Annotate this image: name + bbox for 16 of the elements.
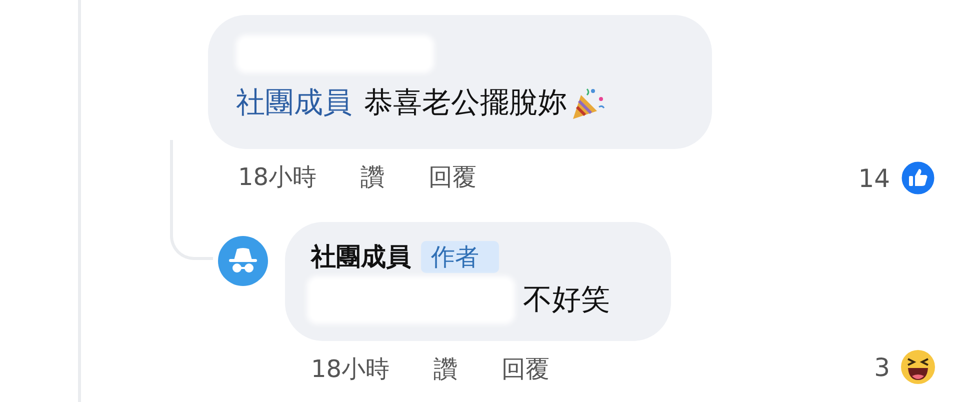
comment-text: 恭喜老公擺脫妳 — [364, 84, 567, 121]
like-link[interactable]: 讚 — [360, 161, 385, 193]
reaction-count: 3 — [874, 352, 890, 382]
comment-text: 不好笑 — [523, 281, 610, 318]
reply-link[interactable]: 回覆 — [428, 161, 477, 193]
mention-link[interactable]: 社團成員 — [236, 83, 352, 123]
like-icon[interactable] — [900, 160, 936, 196]
laughing-face-icon[interactable] — [900, 349, 936, 385]
reaction-count: 14 — [858, 164, 890, 192]
reply-link[interactable]: 回覆 — [502, 353, 550, 385]
timestamp: 18小時 — [311, 354, 390, 385]
like-link[interactable]: 讚 — [434, 353, 458, 385]
timestamp: 18小時 — [238, 162, 317, 193]
author-label: 作者 — [421, 240, 499, 272]
avatar-icon[interactable] — [218, 236, 268, 286]
author-name[interactable]: 社團成員 — [311, 240, 411, 273]
